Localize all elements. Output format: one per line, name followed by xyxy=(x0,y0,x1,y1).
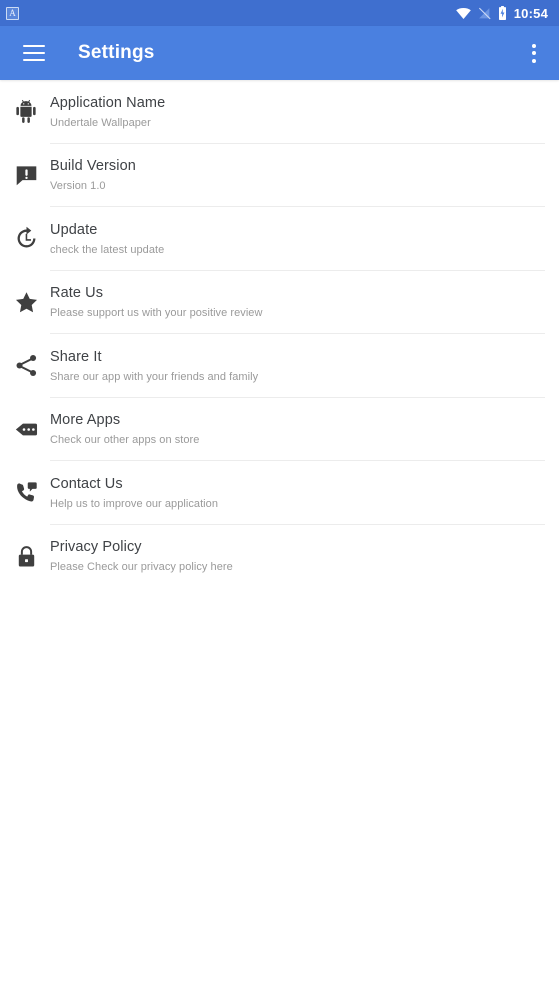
status-bar-notifications: A xyxy=(6,6,19,20)
list-item-subtitle: Version 1.0 xyxy=(50,180,106,193)
list-item-subtitle: Help us to improve our application xyxy=(50,497,219,510)
lock-icon xyxy=(0,544,50,569)
list-item-text: Share It Share our app with your friends… xyxy=(50,347,258,385)
android-robot-icon xyxy=(0,99,50,125)
list-item-subtitle: Check our other apps on store xyxy=(50,434,200,447)
list-item-title: Rate Us xyxy=(50,285,104,302)
wifi-icon xyxy=(455,7,471,19)
list-item-more-apps[interactable]: More Apps Check our other apps on store xyxy=(0,398,559,461)
star-icon xyxy=(0,290,50,315)
list-item-title: Application Name xyxy=(50,94,166,111)
hamburger-line xyxy=(23,59,45,61)
page-title: Settings xyxy=(78,42,155,63)
app-notification-icon: A xyxy=(6,6,19,20)
list-item-update[interactable]: Update check the latest update xyxy=(0,207,559,271)
list-item-title: Build Version xyxy=(50,158,136,175)
list-item-subtitle: check the latest update xyxy=(50,243,165,256)
list-item-text: Application Name Undertale Wallpaper xyxy=(50,93,165,131)
status-bar: A 10:54 xyxy=(0,0,559,26)
list-item-application-name[interactable]: Application Name Undertale Wallpaper xyxy=(0,80,559,144)
list-item-title: Update xyxy=(50,221,98,238)
hamburger-line xyxy=(23,45,45,47)
signal-off-icon xyxy=(478,7,491,20)
update-refresh-icon xyxy=(0,226,50,251)
list-item-title: More Apps xyxy=(50,412,121,429)
status-bar-clock: 10:54 xyxy=(513,5,548,21)
overflow-dot xyxy=(531,58,536,63)
list-item-subtitle: Undertale Wallpaper xyxy=(50,116,151,129)
overflow-dot xyxy=(531,51,536,55)
list-item-text: Contact Us Help us to improve our applic… xyxy=(50,474,218,512)
list-item-text: More Apps Check our other apps on store xyxy=(50,410,199,448)
settings-list: Application Name Undertale Wallpaper Bui… xyxy=(0,80,559,588)
list-item-build-version[interactable]: Build Version Version 1.0 xyxy=(0,144,559,207)
app-toolbar: Settings xyxy=(0,26,559,80)
list-item-text: Update check the latest update xyxy=(50,220,164,258)
announcement-icon xyxy=(0,163,50,188)
list-item-title: Share It xyxy=(50,348,102,365)
list-item-subtitle: Please Check our privacy policy here xyxy=(50,561,233,574)
list-item-text: Privacy Policy Please Check our privacy … xyxy=(50,537,233,575)
list-item-subtitle: Share our app with your friends and fami… xyxy=(50,370,259,383)
more-apps-tag-icon xyxy=(0,417,50,442)
list-item-contact-us[interactable]: Contact Us Help us to improve our applic… xyxy=(0,461,559,525)
phone-in-talk-icon xyxy=(0,480,50,505)
more-vertical-icon[interactable] xyxy=(531,43,536,63)
overflow-dot xyxy=(531,43,536,48)
share-icon xyxy=(0,353,50,378)
list-item-subtitle: Please support us with your positive rev… xyxy=(50,307,263,320)
list-item-title: Contact Us xyxy=(50,475,123,492)
hamburger-menu-icon[interactable] xyxy=(23,45,45,61)
list-item-title: Privacy Policy xyxy=(50,539,142,556)
battery-charging-icon xyxy=(498,6,507,20)
list-item-privacy-policy[interactable]: Privacy Policy Please Check our privacy … xyxy=(0,525,559,589)
list-item-text: Rate Us Please support us with your posi… xyxy=(50,283,262,321)
hamburger-line xyxy=(23,52,45,54)
list-item-text: Build Version Version 1.0 xyxy=(50,156,136,194)
list-item-rate-us[interactable]: Rate Us Please support us with your posi… xyxy=(0,271,559,334)
status-bar-system-icons: 10:54 xyxy=(455,5,548,21)
list-item-share-it[interactable]: Share It Share our app with your friends… xyxy=(0,334,559,398)
